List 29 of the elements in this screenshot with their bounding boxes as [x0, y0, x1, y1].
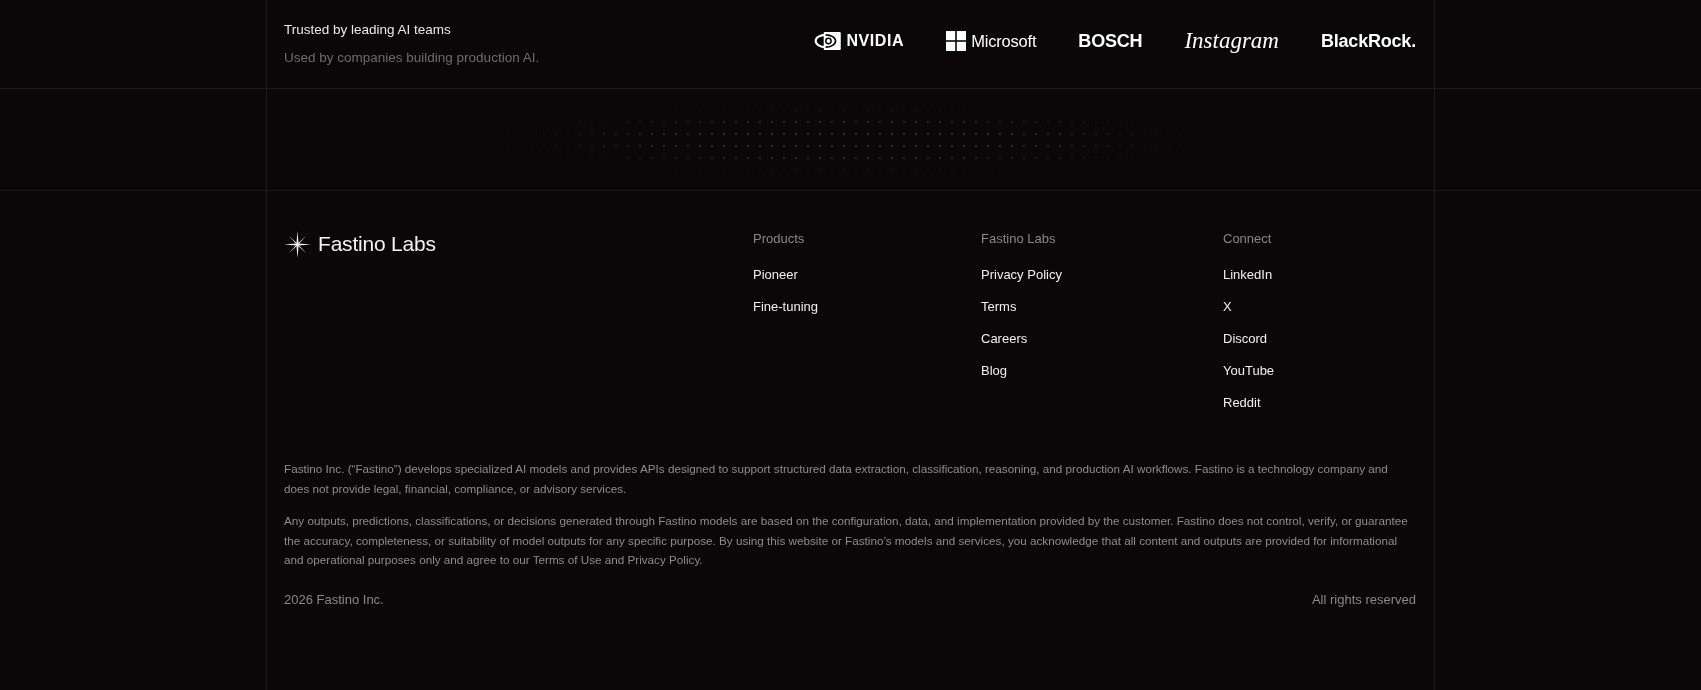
logo-wordmark: BOSCH: [1078, 30, 1143, 53]
eye-icon: [814, 32, 842, 50]
column-heading: Fastino Labs: [981, 230, 1057, 248]
four-squares-icon: [946, 31, 967, 51]
footer-link[interactable]: Discord: [1223, 329, 1268, 349]
disclaimer-paragraph: Fastino Inc. (“Fastino”) develops specialized AI models and provides APIs designed to support structured data extraction, classification, reasoning, and production AI workflows. Fastino is a technology company and does not provide legal, financial, compliance, or advisory services.: [284, 461, 1389, 497]
footer-link[interactable]: Terms: [981, 297, 1017, 317]
disclaimer-paragraph: Any outputs, predictions, classifications, or decisions generated through Fastino models are based on the configuration, data, and implementation provided by the customer. Fastino does not control, verify, or guarantee the accuracy, completeness, or suitability of model outputs for any specific purpose. By using this website or Fastino’s models and services, you acknowledge that all content and outputs are provided for informational and operational purposes only and agree to our Terms of Use and Privacy Policy.: [284, 513, 1409, 568]
footer-link[interactable]: X: [1223, 297, 1232, 317]
copyright-text: 2026 Fastino Inc.: [284, 590, 384, 609]
logo-wordmark: Instagram: [1184, 29, 1279, 53]
column-heading: Connect: [1223, 230, 1273, 248]
sparkle-icon: [284, 230, 311, 258]
footer-link[interactable]: YouTube: [1223, 361, 1275, 381]
logo-wordmark: BlackRock.: [1320, 30, 1416, 53]
footer-link[interactable]: Fine-tuning: [753, 297, 819, 317]
trust-subtitle: Used by companies building production AI.: [284, 49, 540, 67]
rights-text: All rights reserved: [1311, 590, 1416, 609]
footer-link[interactable]: Reddit: [1223, 393, 1261, 413]
column-heading: Products: [753, 230, 806, 248]
footer-link[interactable]: LinkedIn: [1223, 265, 1273, 285]
trust-heading: Trusted by leading AI teams: [284, 21, 452, 39]
logo-wordmark: NVIDIA: [846, 31, 905, 51]
brand-name: Fastino Labs: [318, 231, 436, 257]
footer-link[interactable]: Privacy Policy: [981, 265, 1062, 285]
footer-link[interactable]: Careers: [981, 329, 1028, 349]
logo-wordmark: Microsoft: [971, 31, 1037, 52]
footer-link[interactable]: Blog: [981, 361, 1008, 381]
footer-link[interactable]: Pioneer: [753, 265, 798, 285]
